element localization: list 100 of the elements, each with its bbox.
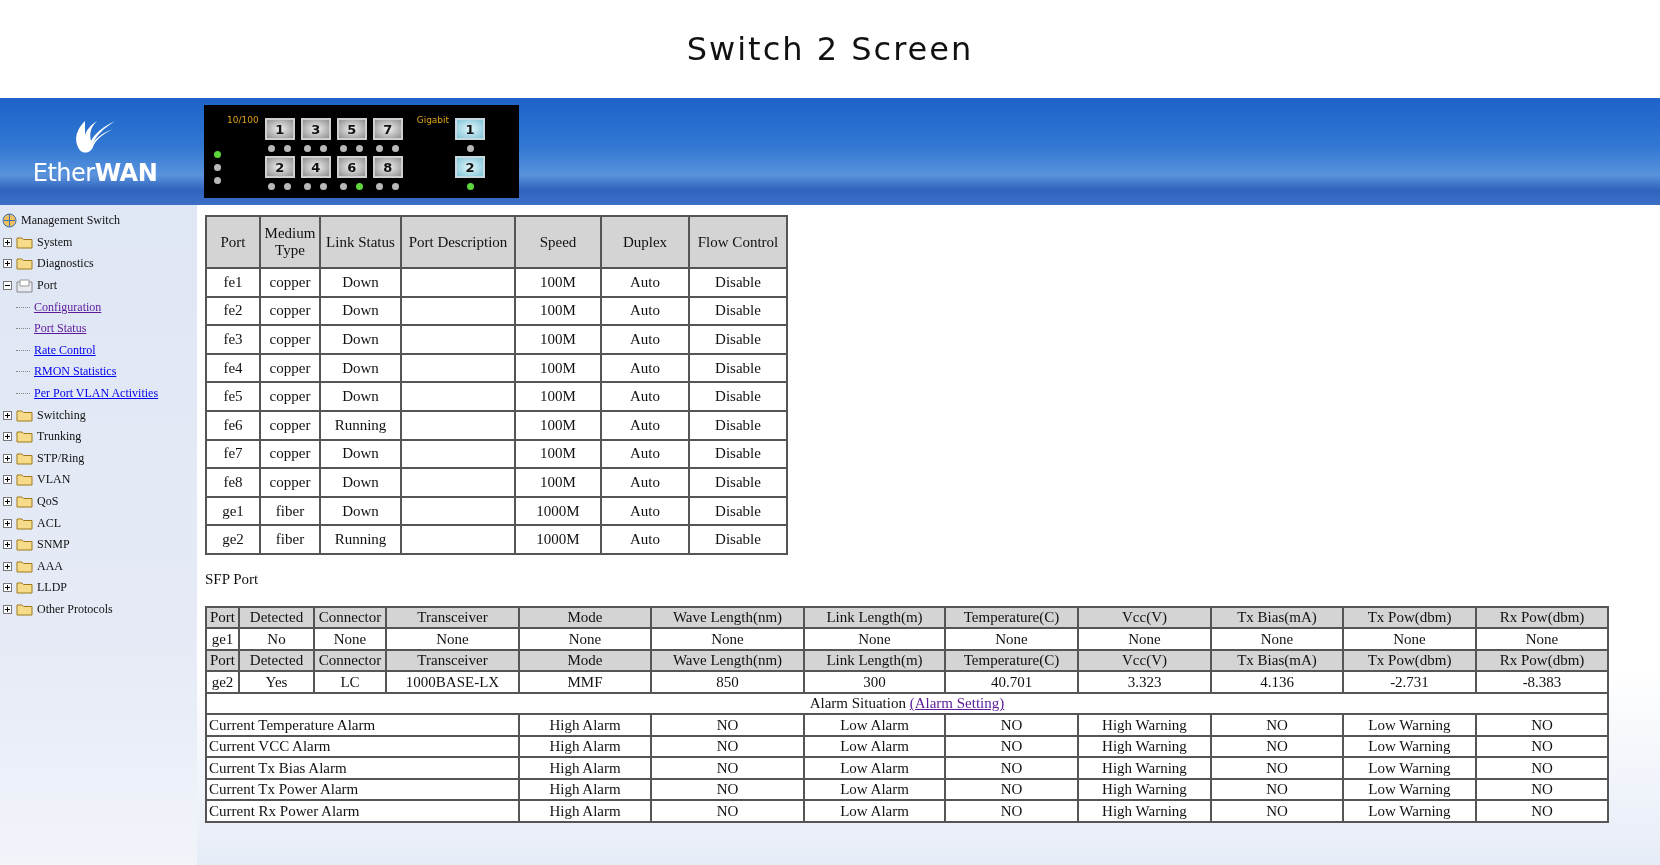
page-title: Switch 2 Screen [686, 30, 974, 68]
table-cell: Current Rx Power Alarm [206, 800, 519, 822]
folder-icon [16, 603, 33, 616]
table-cell: Disable [689, 525, 787, 554]
expand-toggle-icon[interactable] [3, 518, 12, 528]
port-button[interactable]: 7 [372, 118, 403, 140]
table-cell: Running [320, 525, 401, 554]
table-cell: copper [260, 382, 320, 411]
folder-icon [16, 538, 33, 552]
tree-item[interactable]: System [37, 234, 73, 250]
tree-item[interactable]: STP/Ring [37, 450, 85, 466]
tree-item[interactable]: QoS [37, 494, 59, 509]
table-cell: Down [320, 353, 401, 383]
column-header: Medium Type [260, 216, 320, 268]
expand-toggle-icon[interactable] [3, 583, 12, 593]
column-header: Tx Pow(dbm) [1343, 606, 1476, 629]
port-button[interactable]: 6 [336, 156, 367, 178]
column-header: Port [206, 606, 239, 629]
expand-toggle-icon[interactable] [3, 410, 12, 420]
table-cell: Down [320, 325, 401, 354]
port-button[interactable]: 2 [264, 156, 295, 178]
tree-link[interactable]: Port Status [34, 321, 87, 337]
tree-item[interactable]: Switching [37, 407, 86, 423]
port-button[interactable]: 8 [372, 156, 403, 178]
collapse-toggle-icon[interactable] [3, 281, 12, 291]
expand-toggle-icon[interactable] [3, 540, 12, 550]
table-cell: fe8 [206, 468, 260, 497]
folder-icon [16, 473, 33, 487]
column-header: Duplex [601, 216, 689, 268]
folder-icon [16, 559, 33, 573]
gigabit-label: Gigabit [416, 115, 450, 125]
tree-link[interactable]: Rate Control [34, 342, 96, 358]
expand-toggle-icon[interactable] [3, 497, 12, 506]
expand-toggle-icon[interactable] [3, 605, 12, 614]
table-cell: ge1 [206, 496, 260, 526]
tree-item[interactable]: AAA [37, 558, 63, 574]
table-cell: Down [320, 268, 401, 297]
table-cell: Auto [601, 439, 689, 469]
document-icon [16, 278, 33, 293]
expand-toggle-icon[interactable] [3, 259, 12, 269]
table-cell: Auto [601, 382, 689, 411]
port-button[interactable]: 2 [455, 156, 486, 178]
expand-toggle-icon[interactable] [3, 561, 12, 571]
table-cell: fe6 [206, 410, 260, 440]
table-cell: Auto [601, 496, 689, 526]
table-cell: Current VCC Alarm [206, 735, 519, 758]
tree-item[interactable]: Diagnostics [37, 256, 94, 272]
tree-item[interactable]: Other Protocols [37, 602, 113, 617]
table-cell: copper [260, 410, 320, 440]
column-header: Port Description [401, 216, 515, 268]
column-header: Link Length(m) [804, 606, 945, 629]
expand-toggle-icon[interactable] [3, 432, 12, 442]
folder-icon [16, 235, 33, 249]
tree-link[interactable]: Configuration [34, 299, 102, 315]
column-header: Port [206, 649, 239, 672]
table-cell: 100M [515, 296, 601, 326]
port-button[interactable]: 5 [336, 118, 367, 140]
table-cell: fe4 [206, 353, 260, 383]
table-cell: copper [260, 268, 320, 297]
column-header: Detected [239, 606, 314, 629]
tree-item[interactable]: VLAN [37, 472, 71, 488]
port-button[interactable]: 1 [264, 118, 295, 140]
column-header: Transceiver [386, 606, 519, 629]
tree-item[interactable]: LLDP [37, 580, 67, 596]
column-header: Vcc(V) [1078, 606, 1211, 629]
tree-item[interactable]: SNMP [37, 537, 70, 553]
expand-toggle-icon[interactable] [3, 475, 12, 485]
table-cell: fe3 [206, 325, 260, 354]
table-cell: Disable [689, 496, 787, 526]
table-cell: Running [320, 410, 401, 440]
folder-icon [16, 495, 33, 508]
tree-item[interactable]: Port [37, 278, 57, 294]
table-cell: 100M [515, 325, 601, 354]
table-cell: fiber [260, 496, 320, 526]
table-cell: Down [320, 296, 401, 326]
expand-toggle-icon[interactable] [3, 237, 12, 247]
folder-icon [16, 516, 33, 530]
table-cell: copper [260, 325, 320, 354]
tree-link[interactable]: Per Port VLAN Activities [34, 386, 159, 402]
table-cell: Disable [689, 439, 787, 469]
table-cell: copper [260, 439, 320, 469]
table-cell: Down [320, 468, 401, 497]
table-cell: 100M [515, 268, 601, 297]
column-header: Link Status [320, 216, 401, 268]
column-header: Port [206, 216, 260, 268]
tree-link[interactable]: RMON Statistics [34, 364, 117, 380]
tree-root-label[interactable]: Management Switch [21, 213, 120, 229]
fast-ports-label: 10/100 [227, 115, 259, 125]
port-button[interactable]: 4 [300, 156, 331, 178]
table-cell: Auto [601, 296, 689, 326]
table-cell: fe1 [206, 268, 260, 297]
port-button[interactable]: 1 [455, 118, 486, 140]
tree-item[interactable]: Trunking [37, 429, 82, 445]
tree-item[interactable]: ACL [37, 515, 61, 531]
expand-toggle-icon[interactable] [3, 453, 12, 463]
table-cell: 100M [515, 382, 601, 411]
alarm-setting-link[interactable]: (Alarm Setting) [909, 695, 1005, 712]
folder-icon [16, 451, 33, 465]
port-button[interactable]: 3 [300, 118, 331, 140]
column-header: Speed [515, 216, 601, 268]
